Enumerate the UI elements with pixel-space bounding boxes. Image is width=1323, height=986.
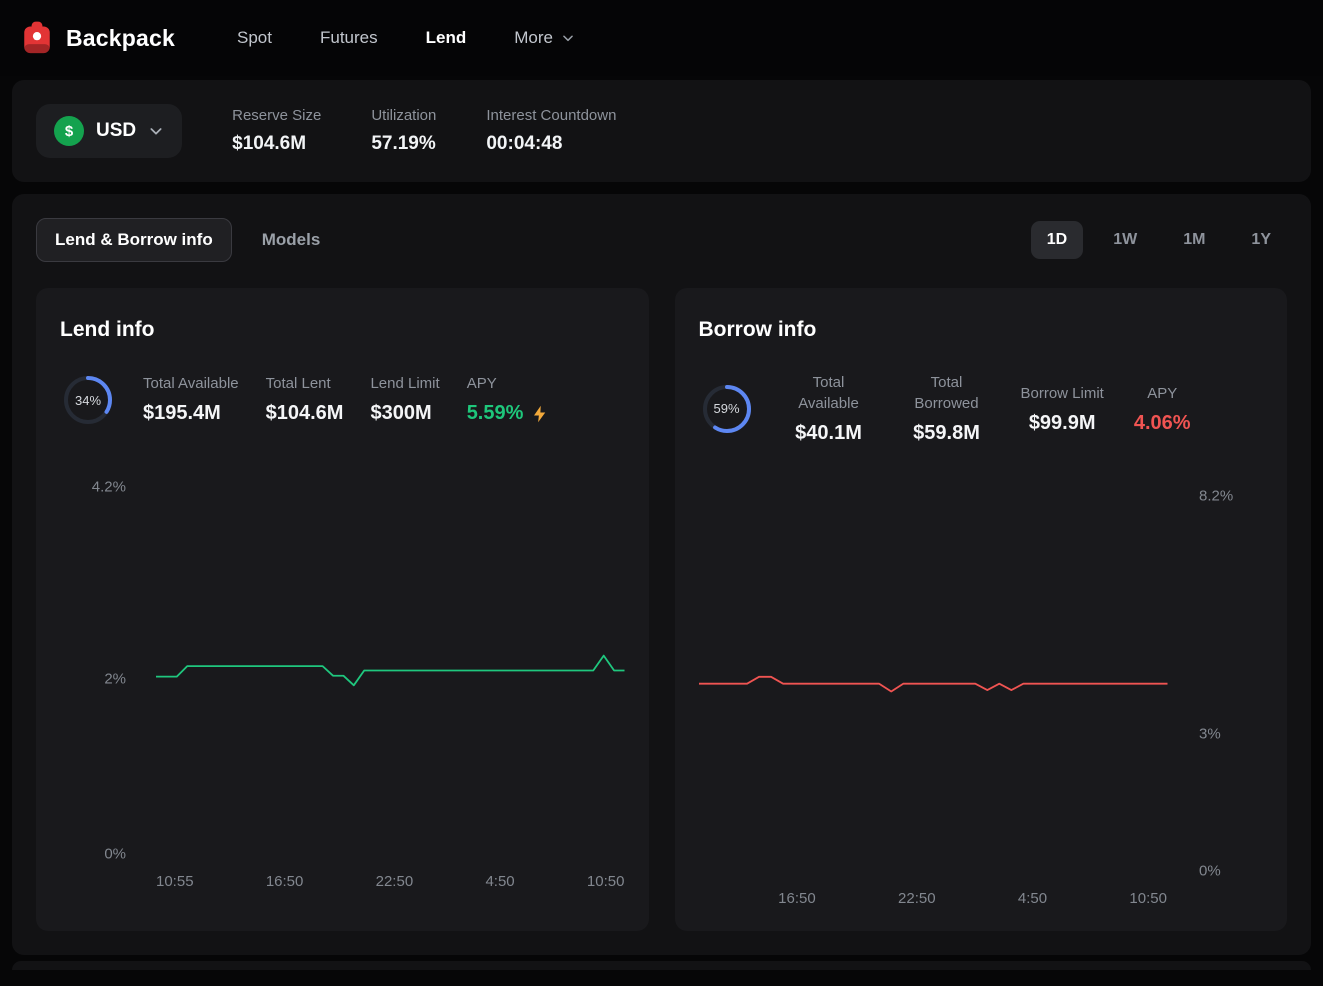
stat-utilization: Utilization 57.19% (371, 107, 436, 155)
tab-lend-borrow-info[interactable]: Lend & Borrow info (36, 218, 232, 262)
borrow-chart-plot (699, 469, 1168, 871)
primary-tabs: Lend & Borrow info Models (36, 218, 324, 262)
lend-chart-plot (156, 452, 625, 854)
chevron-down-icon (148, 123, 164, 139)
lend-apy-value: 5.59% (467, 402, 524, 425)
lend-total-available: Total Available $195.4M (143, 375, 239, 425)
top-nav: Backpack Spot Futures Lend More (0, 0, 1323, 76)
stat-value: $104.6M (232, 133, 321, 155)
backpack-logo-icon (20, 19, 54, 57)
stat-reserve-size: Reserve Size $104.6M (232, 107, 321, 155)
nav-lend[interactable]: Lend (426, 28, 467, 48)
lend-chart-y-axis: 4.2%2%0% (60, 452, 156, 854)
borrow-ring-percent: 59% (699, 381, 755, 437)
market-stats-bar: $ USD Reserve Size $104.6M Utilization 5… (12, 80, 1311, 182)
borrow-chart-y-axis: 8.2%3%0% (1167, 469, 1263, 871)
borrow-apy-value: 4.06% (1134, 412, 1191, 435)
lend-stats-row: 34% Total Available $195.4M Total Lent $… (60, 372, 625, 428)
nav-more-label: More (514, 28, 553, 48)
main-panel: Lend & Borrow info Models 1D 1W 1M 1Y Le… (12, 194, 1311, 955)
range-1d-button[interactable]: 1D (1031, 221, 1083, 259)
borrow-apy: APY 4.06% (1134, 383, 1191, 435)
lend-progress-ring: 34% (60, 372, 116, 428)
range-1w-button[interactable]: 1W (1097, 221, 1153, 259)
lend-apy-chart: 4.2%2%0% 10:5516:5022:504:5010:50 (60, 452, 625, 890)
lend-ring-percent: 34% (60, 372, 116, 428)
time-range-selector: 1D 1W 1M 1Y (1031, 221, 1287, 259)
stat-label: Utilization (371, 107, 436, 124)
chevron-down-icon (561, 31, 575, 45)
stat-interest-countdown: Interest Countdown 00:04:48 (486, 107, 616, 155)
brand[interactable]: Backpack (20, 19, 175, 57)
borrow-total-borrowed: Total Borrowed $59.8M (903, 372, 991, 445)
lend-chart-x-axis: 10:5516:5022:504:5010:50 (156, 854, 625, 890)
range-1y-button[interactable]: 1Y (1235, 221, 1287, 259)
lend-card-title: Lend info (60, 318, 625, 342)
nav-futures[interactable]: Futures (320, 28, 378, 48)
next-section-edge (12, 961, 1311, 970)
borrow-progress-ring: 59% (699, 381, 755, 437)
borrow-total-available: Total Available $40.1M (785, 372, 873, 445)
borrow-card-title: Borrow info (699, 318, 1264, 342)
borrow-info-card: Borrow info 59% Total Available $40.1M T… (675, 288, 1288, 931)
borrow-chart-x-axis: 16:5022:504:5010:50 (699, 871, 1168, 907)
tabs-row: Lend & Borrow info Models 1D 1W 1M 1Y (36, 218, 1287, 262)
usd-coin-icon: $ (54, 116, 84, 146)
lend-limit: Lend Limit $300M (370, 375, 439, 425)
range-1m-button[interactable]: 1M (1167, 221, 1221, 259)
boost-bolt-icon (531, 405, 549, 423)
stat-label: Reserve Size (232, 107, 321, 124)
asset-label: USD (96, 120, 136, 142)
brand-name: Backpack (66, 25, 175, 52)
borrow-stats-row: 59% Total Available $40.1M Total Borrowe… (699, 372, 1264, 445)
stat-value: 57.19% (371, 133, 436, 155)
stat-value: 00:04:48 (486, 133, 616, 155)
nav-spot[interactable]: Spot (237, 28, 272, 48)
tab-models[interactable]: Models (258, 219, 325, 261)
lend-total-lent: Total Lent $104.6M (266, 375, 344, 425)
main-nav: Spot Futures Lend More (237, 28, 575, 48)
borrow-apy-chart: 8.2%3%0% 16:5022:504:5010:50 (699, 469, 1264, 907)
stat-label: Interest Countdown (486, 107, 616, 124)
info-cards: Lend info 34% Total Available $195.4M To… (36, 288, 1287, 931)
asset-selector[interactable]: $ USD (36, 104, 182, 158)
lend-info-card: Lend info 34% Total Available $195.4M To… (36, 288, 649, 931)
lend-apy: APY 5.59% (467, 375, 550, 425)
borrow-limit: Borrow Limit $99.9M (1021, 383, 1104, 435)
nav-more[interactable]: More (514, 28, 575, 48)
